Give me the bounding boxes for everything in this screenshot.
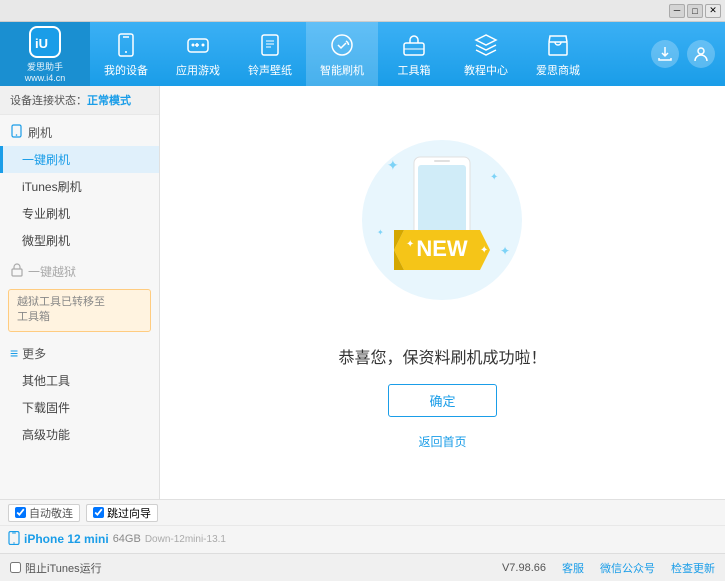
nav-ringtones[interactable]: 铃声壁纸 [234, 22, 306, 86]
download-firmware-label: 下载固件 [22, 401, 70, 415]
logo-url: www.i4.cn [25, 73, 66, 83]
checkbox-row: 自动敬连 跳过向导 [0, 500, 725, 526]
svg-text:iU: iU [35, 36, 48, 51]
micro-flash-label: 微型刷机 [22, 234, 70, 248]
my-device-icon [112, 31, 140, 59]
flash-group-label: 刷机 [28, 124, 52, 141]
check-update-link[interactable]: 检查更新 [671, 560, 715, 576]
sidebar-item-advanced[interactable]: 高级功能 [0, 421, 159, 448]
nav-toolbox[interactable]: 工具箱 [378, 22, 450, 86]
user-button[interactable] [687, 40, 715, 68]
jailbreak-note-text: 越狱工具已转移至工具箱 [17, 296, 105, 323]
app-games-icon [184, 31, 212, 59]
nav-app-games[interactable]: 应用游戏 [162, 22, 234, 86]
store-icon [544, 31, 572, 59]
svg-text:✦: ✦ [490, 172, 498, 183]
logo-name: 爱思助手 [27, 60, 63, 73]
nav-my-device[interactable]: 我的设备 [90, 22, 162, 86]
auto-connect-checkbox-label[interactable]: 自动敬连 [8, 504, 80, 522]
other-tools-label: 其他工具 [22, 374, 70, 388]
tutorials-icon [472, 31, 500, 59]
nav-my-device-label: 我的设备 [104, 62, 148, 78]
success-message: 恭喜您，保资料刷机成功啦！ [338, 344, 546, 368]
device-row: iPhone 12 mini 64GB Down-12mini-13.1 [0, 526, 725, 552]
pro-flash-label: 专业刷机 [22, 207, 70, 221]
back-link[interactable]: 返回首页 [418, 433, 466, 450]
header-right [651, 40, 725, 68]
header: iU 爱思助手 www.i4.cn 我的设备 [0, 22, 725, 86]
sidebar-item-micro-flash[interactable]: 微型刷机 [0, 227, 159, 254]
skip-wizard-label: 跳过向导 [107, 505, 151, 521]
svg-text:✦: ✦ [406, 239, 414, 250]
device-storage: 64GB [113, 533, 141, 545]
customer-service-link[interactable]: 客服 [562, 560, 584, 576]
flash-group-icon [10, 124, 24, 141]
nav-smart-flash-label: 智能刷机 [320, 62, 364, 78]
sidebar: 设备连接状态：正常模式 刷机 一键刷机 iTunes刷机 专业刷机 微型刷机 [0, 86, 160, 499]
nav-tutorials[interactable]: 教程中心 [450, 22, 522, 86]
ringtones-icon [256, 31, 284, 59]
svg-text:✦: ✦ [500, 244, 510, 258]
more-group-icon: ≡ [10, 345, 18, 361]
jailbreak-group-label: 一键越狱 [28, 263, 76, 280]
svg-text:✦: ✦ [377, 228, 384, 237]
main-area: 设备连接状态：正常模式 刷机 一键刷机 iTunes刷机 专业刷机 微型刷机 [0, 86, 725, 499]
nav-store[interactable]: 爱思商城 [522, 22, 594, 86]
minimize-button[interactable]: － [669, 4, 685, 18]
sidebar-item-one-key-flash[interactable]: 一键刷机 [0, 146, 159, 173]
smart-flash-icon [328, 31, 356, 59]
footer: 阻止iTunes运行 V7.98.66 客服 微信公众号 检查更新 [0, 553, 725, 581]
jailbreak-group-icon [10, 263, 24, 280]
svg-text:NEW: NEW [417, 236, 469, 261]
status-bar: 设备连接状态：正常模式 [0, 86, 159, 115]
device-model: Down-12mini-13.1 [145, 534, 226, 545]
auto-connect-checkbox[interactable] [15, 507, 26, 518]
logo-icon: iU [29, 26, 61, 58]
sidebar-group-more: ≡ 更多 [0, 340, 159, 367]
nav-ringtones-label: 铃声壁纸 [248, 62, 292, 78]
block-itunes-label: 阻止iTunes运行 [25, 560, 102, 576]
wechat-link[interactable]: 微信公众号 [600, 560, 655, 576]
device-icon [8, 531, 20, 548]
nav-bar: 我的设备 应用游戏 铃声壁纸 [90, 22, 651, 86]
toolbox-icon [400, 31, 428, 59]
jailbreak-note: 越狱工具已转移至工具箱 [8, 289, 151, 332]
maximize-button[interactable]: □ [687, 4, 703, 18]
close-button[interactable]: ✕ [705, 4, 721, 18]
nav-app-games-label: 应用游戏 [176, 62, 220, 78]
title-bar: － □ ✕ [0, 0, 725, 22]
version-label: V7.98.66 [502, 562, 546, 574]
content-area: ✦ ✦ ✦ ✦ [160, 86, 725, 499]
sidebar-item-other-tools[interactable]: 其他工具 [0, 367, 159, 394]
advanced-label: 高级功能 [22, 428, 70, 442]
more-group-label: 更多 [22, 345, 46, 362]
sidebar-group-jailbreak: 一键越狱 [0, 258, 159, 285]
nav-toolbox-label: 工具箱 [398, 62, 431, 78]
sidebar-item-pro-flash[interactable]: 专业刷机 [0, 200, 159, 227]
status-value: 正常模式 [87, 95, 131, 107]
skip-wizard-checkbox-label[interactable]: 跳过向导 [86, 504, 158, 522]
sidebar-group-flash: 刷机 [0, 119, 159, 146]
bottom-section: 自动敬连 跳过向导 iPhone 12 mini 64GB Down-12min… [0, 499, 725, 553]
sidebar-item-download-firmware[interactable]: 下载固件 [0, 394, 159, 421]
device-name: iPhone 12 mini [24, 532, 109, 546]
footer-left: 阻止iTunes运行 [10, 560, 102, 576]
skip-wizard-checkbox[interactable] [93, 507, 104, 518]
confirm-button[interactable]: 确定 [388, 384, 496, 417]
nav-store-label: 爱思商城 [536, 62, 580, 78]
one-key-flash-label: 一键刷机 [22, 153, 70, 167]
logo[interactable]: iU 爱思助手 www.i4.cn [0, 22, 90, 86]
itunes-flash-label: iTunes刷机 [22, 180, 82, 194]
footer-right: V7.98.66 客服 微信公众号 检查更新 [502, 560, 715, 576]
sidebar-item-itunes-flash[interactable]: iTunes刷机 [0, 173, 159, 200]
nav-smart-flash[interactable]: 智能刷机 [306, 22, 378, 86]
success-container: ✦ ✦ ✦ ✦ [338, 135, 546, 450]
nav-tutorials-label: 教程中心 [464, 62, 508, 78]
phone-illustration: ✦ ✦ ✦ ✦ [342, 135, 542, 328]
download-button[interactable] [651, 40, 679, 68]
svg-text:✦: ✦ [387, 157, 399, 173]
auto-connect-label: 自动敬连 [29, 505, 73, 521]
block-itunes-checkbox[interactable] [10, 562, 21, 573]
svg-text:✦: ✦ [480, 245, 488, 256]
